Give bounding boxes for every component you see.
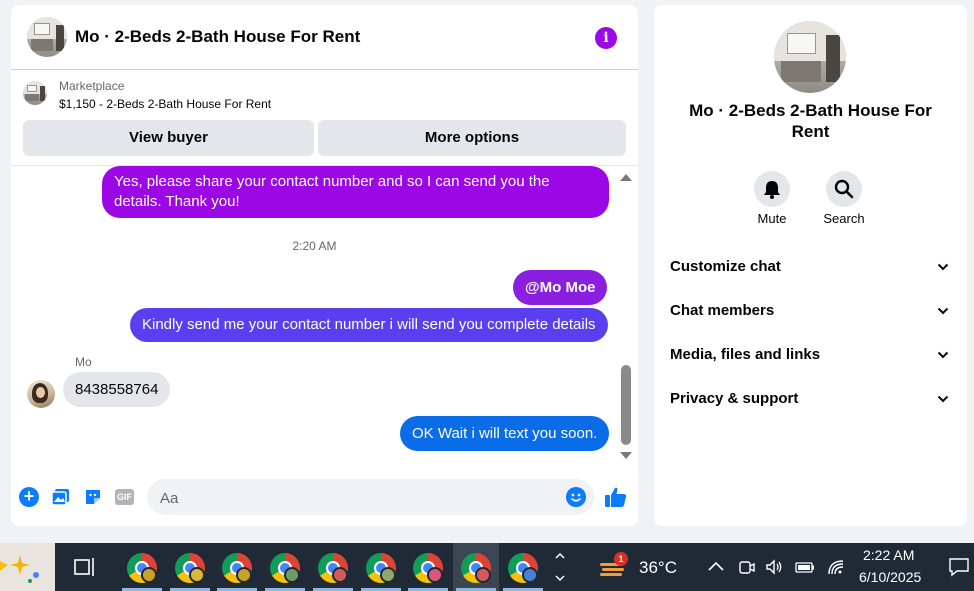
section-label: Customize chat xyxy=(670,258,781,275)
emoji-icon[interactable] xyxy=(566,487,586,507)
profile-avatar[interactable] xyxy=(774,21,846,93)
scrollbar-thumb[interactable] xyxy=(621,365,631,445)
info-icon[interactable]: i xyxy=(595,27,617,49)
chevron-down-icon xyxy=(937,263,949,271)
battery-icon[interactable] xyxy=(795,557,815,577)
chat-header: Mo · 2-Beds 2-Bath House For Rent i xyxy=(11,5,638,70)
profile-name: Mo · 2-Beds 2-Bath House For Rent xyxy=(689,101,932,141)
plus-icon[interactable]: + xyxy=(19,487,39,507)
chrome-profile-6-icon[interactable] xyxy=(364,551,398,585)
clock-date[interactable]: 6/10/2025 xyxy=(859,569,921,585)
view-buyer-button[interactable]: View buyer xyxy=(23,120,314,156)
weather-badge: 1 xyxy=(614,552,628,566)
outgoing-message[interactable]: Yes, please share your contact number an… xyxy=(102,166,609,218)
outgoing-message[interactable]: @Mo Moe xyxy=(513,270,608,305)
more-options-button[interactable]: More options xyxy=(318,120,626,156)
privacy-support-row[interactable]: Privacy & support xyxy=(670,387,951,411)
gif-icon[interactable]: GIF xyxy=(115,489,134,505)
message-input[interactable] xyxy=(147,479,594,515)
chrome-profile-8-icon[interactable] xyxy=(459,551,493,585)
chrome-profile-3-icon[interactable] xyxy=(220,551,254,585)
scroll-up-arrow[interactable] xyxy=(620,174,632,181)
listing-avatar[interactable] xyxy=(27,17,67,57)
section-label: Media, files and links xyxy=(670,346,821,363)
section-label: Privacy & support xyxy=(670,390,799,407)
mute-button[interactable] xyxy=(754,171,790,207)
meet-now-icon[interactable] xyxy=(737,557,757,577)
message-timestamp: 2:20 AM xyxy=(292,239,337,253)
mute-label: Mute xyxy=(757,211,787,226)
photo-icon[interactable] xyxy=(51,487,71,507)
chevron-down-icon[interactable] xyxy=(555,573,565,583)
task-view-icon[interactable] xyxy=(74,557,96,577)
marketplace-label: Marketplace xyxy=(59,79,125,93)
notification-icon[interactable] xyxy=(948,557,970,577)
chat-members-row[interactable]: Chat members xyxy=(670,299,951,323)
sender-avatar[interactable] xyxy=(27,380,55,408)
chevron-down-icon xyxy=(937,395,949,403)
bell-icon xyxy=(764,181,780,199)
incoming-message[interactable]: 8438558764 xyxy=(63,372,171,407)
chevron-up-icon[interactable] xyxy=(555,551,565,561)
message-input-placeholder: Aa xyxy=(160,490,179,507)
like-icon[interactable] xyxy=(604,485,628,509)
search-button[interactable] xyxy=(826,171,862,207)
outgoing-message[interactable]: OK Wait i will text you soon. xyxy=(400,416,610,451)
sparkle-icon xyxy=(0,555,39,583)
taskbar: 1 36°C 2:22 AM 6/10/2025 xyxy=(0,543,974,591)
listing-title[interactable]: $1,150 - 2-Beds 2-Bath House For Rent xyxy=(59,97,271,111)
media-files-links-row[interactable]: Media, files and links xyxy=(670,343,951,367)
outgoing-message[interactable]: Kindly send me your contact number i wil… xyxy=(130,308,608,342)
chevron-down-icon xyxy=(937,307,949,315)
section-label: Chat members xyxy=(670,302,775,319)
chat-title[interactable]: Mo · 2-Beds 2-Bath House For Rent xyxy=(75,27,360,47)
sender-name: Mo xyxy=(75,355,92,369)
search-label: Search xyxy=(823,211,865,226)
start-area[interactable] xyxy=(0,543,55,591)
chat-panel: Mo · 2-Beds 2-Bath House For Rent i Mark… xyxy=(11,5,638,526)
conversation-info-panel: Mo · 2-Beds 2-Bath House For Rent Mute S… xyxy=(654,5,967,526)
wifi-icon[interactable] xyxy=(827,557,847,577)
chevron-down-icon xyxy=(937,351,949,359)
scroll-down-arrow[interactable] xyxy=(620,452,632,459)
chrome-profile-7-icon[interactable] xyxy=(411,551,445,585)
customize-chat-row[interactable]: Customize chat xyxy=(670,255,951,279)
chevron-up-icon[interactable] xyxy=(706,557,726,577)
volume-icon[interactable] xyxy=(764,557,784,577)
clock-time[interactable]: 2:22 AM xyxy=(863,547,914,563)
chrome-profile-4-icon[interactable] xyxy=(268,551,302,585)
chrome-profile-5-icon[interactable] xyxy=(316,551,350,585)
chrome-profile-2-icon[interactable] xyxy=(173,551,207,585)
chrome-profile-1-icon[interactable] xyxy=(125,551,159,585)
marketplace-thumbnail xyxy=(23,81,47,105)
chrome-profile-9-icon[interactable] xyxy=(506,551,540,585)
search-icon xyxy=(834,179,854,199)
temperature[interactable]: 36°C xyxy=(639,558,677,578)
sticker-icon[interactable] xyxy=(83,487,103,507)
